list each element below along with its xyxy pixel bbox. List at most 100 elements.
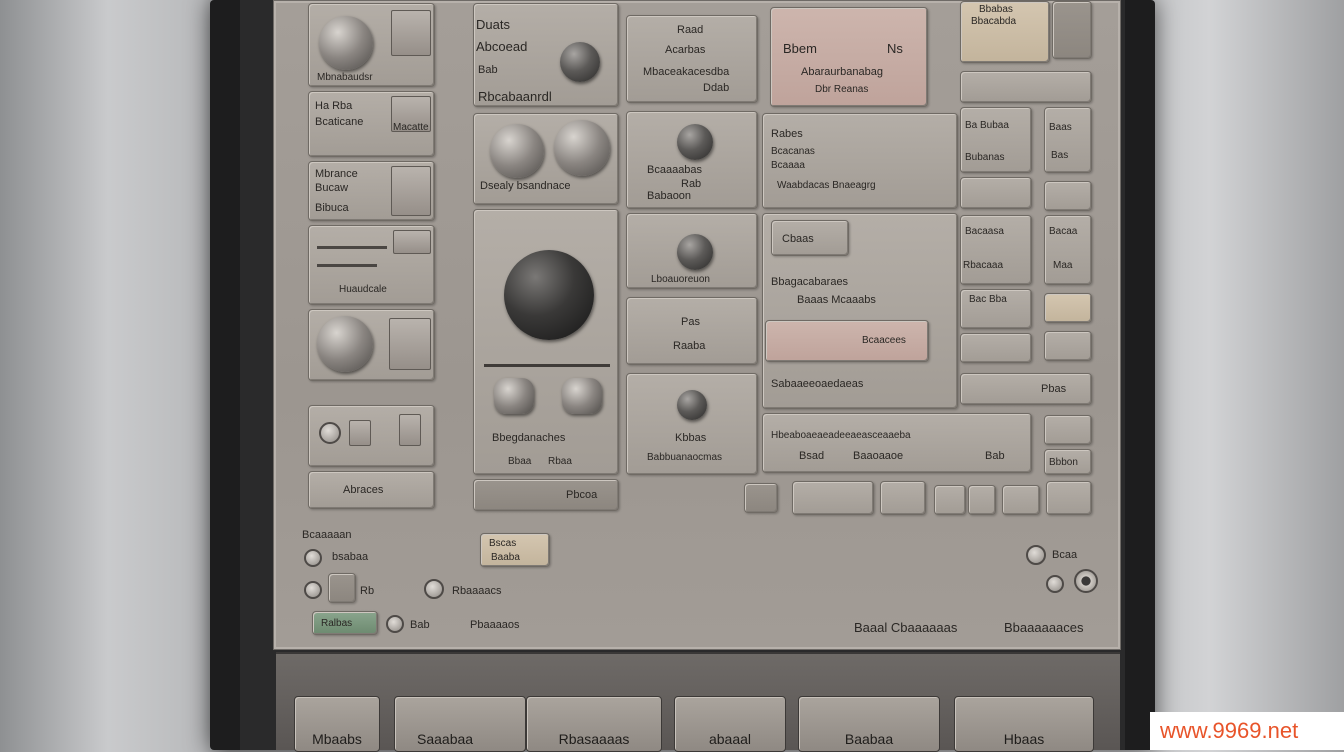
function-key-2[interactable]: Saaabaa <box>394 696 526 752</box>
col4-pink-tile[interactable]: Bbem Ns Abaraurbanabag Dbr Reanas <box>770 7 928 107</box>
col2-joystick-tile[interactable]: Bbegdanaches Bbaa Rbaa <box>473 209 619 475</box>
right-narrow5-label: Bbbon <box>1049 457 1078 468</box>
col2-knob-1[interactable] <box>560 42 600 82</box>
bottom-left-caption: Bcaaaaan <box>302 529 352 541</box>
bottom-center-tag[interactable]: Bscas Baaba <box>480 533 550 567</box>
mid-key-2[interactable] <box>880 481 926 515</box>
bottom-radio-1[interactable] <box>304 549 322 567</box>
right-tile-2[interactable]: Ba Bubaa Bubanas <box>960 107 1032 173</box>
function-key-1[interactable]: Mbaabs <box>294 696 380 752</box>
col2-tile-2[interactable]: Dsealy bsandnace <box>473 113 619 205</box>
col4-pink-line3: Abaraurbanabag <box>801 66 883 78</box>
left-knob-2[interactable] <box>317 316 373 372</box>
bottom-green-badge[interactable]: Ralbas <box>312 611 378 635</box>
left-square-6[interactable] <box>349 420 371 446</box>
function-key-4[interactable]: abaaal <box>674 696 786 752</box>
col2-joystick-sub2: Rbaa <box>548 456 572 467</box>
bottom-right-radio-3[interactable] <box>1074 569 1098 593</box>
col2-knob-2[interactable] <box>490 124 544 178</box>
bottom-radio-2[interactable] <box>304 581 322 599</box>
col3-tile-4[interactable]: Pas Raaba <box>626 297 758 365</box>
left-square-5[interactable] <box>389 318 431 370</box>
left-square-7[interactable] <box>399 414 421 446</box>
right-tile-4[interactable]: Bac Bba <box>960 289 1032 329</box>
left-knob-1[interactable] <box>319 16 373 70</box>
col3-knob-2[interactable] <box>677 234 713 270</box>
mid-key-6[interactable] <box>1046 481 1092 515</box>
col3-small-key[interactable] <box>744 483 778 513</box>
col3-tile-5[interactable]: Kbbas Babbuanaocmas <box>626 373 758 475</box>
right-wide-bar[interactable]: Pbas <box>960 373 1092 405</box>
left-tile-7-label: Abraces <box>343 484 384 496</box>
bottom-right-radio-2[interactable] <box>1046 575 1064 593</box>
bottom-square-1[interactable] <box>328 573 356 603</box>
function-key-3[interactable]: Rbasaaaas <box>526 696 662 752</box>
right-slot-1[interactable] <box>1052 1 1092 59</box>
mid-key-5[interactable] <box>1002 485 1040 515</box>
col4-pink-bar[interactable]: Bcaacees <box>765 320 929 362</box>
right-narrow-4[interactable] <box>1044 331 1092 361</box>
right-narrow-6[interactable]: Bbbon <box>1044 449 1092 475</box>
bottom-radio-2-mid: Rb <box>360 585 375 597</box>
left-line <box>317 246 387 249</box>
col4-tile-2[interactable]: Rabes Bcacanas Bcaaaa Waabdacas Bnaeagrg <box>762 113 958 209</box>
bottom-radio-1-label: bsabaa <box>332 551 369 563</box>
function-key-1-label: Mbaabs <box>312 731 362 747</box>
bottom-right-radio-1[interactable] <box>1026 545 1046 565</box>
right-tile-3[interactable]: Bacaasa Rbacaaa <box>960 215 1032 285</box>
joystick-knob[interactable] <box>504 250 594 340</box>
right-narrow1-label: Baas <box>1049 122 1072 133</box>
left-tile-1[interactable]: Mbnabaudsr <box>308 3 435 87</box>
left-square-3[interactable] <box>391 166 431 216</box>
col3-knob-1[interactable] <box>677 124 713 160</box>
function-key-6[interactable]: Hbaas <box>954 696 1094 752</box>
right-narrow3-label: Bacaa <box>1049 226 1078 237</box>
left-tile-2[interactable]: Ha Rba Bcaticane Macatte <box>308 91 435 157</box>
col3-tile-1-label2: Acarbas <box>665 44 706 56</box>
left-radio[interactable] <box>319 422 341 444</box>
col2-pad-left[interactable] <box>494 378 534 414</box>
col3-tile-1[interactable]: Raad Acarbas Mbaceakacesdba Ddab <box>626 15 758 103</box>
right-narrow-3[interactable]: Bacaa Maa <box>1044 215 1092 285</box>
col3-tile-2[interactable]: Bcaaaabas Rab Babaoon <box>626 111 758 209</box>
function-key-3-label: Rbasaaaas <box>558 731 630 747</box>
bottom-radio-3[interactable] <box>424 579 444 599</box>
left-tile-3[interactable]: Mbrance Bucaw Bibuca <box>308 161 435 221</box>
right-cream-small[interactable] <box>1044 293 1092 323</box>
left-square-4[interactable] <box>393 230 431 254</box>
col4-tile-5[interactable]: Hbeaboaeaeadeeaeasceaaeba Bsad Baaoaaoe … <box>762 413 1032 473</box>
mid-key-3[interactable] <box>934 485 966 515</box>
control-panel: Mbnabaudsr Ha Rba Bcaticane Macatte Mbra… <box>273 0 1121 650</box>
function-key-6-label: Hbaas <box>1003 731 1045 747</box>
col2-bar-label: Pbcoa <box>566 489 598 501</box>
col4-tile-3[interactable]: Cbaas Bbagacabaraes Baaas Mcaaabs Bcaace… <box>762 213 958 409</box>
mid-key-1[interactable] <box>792 481 874 515</box>
right-bar-2[interactable] <box>960 177 1032 209</box>
left-tile-5[interactable] <box>308 309 435 381</box>
col2-pad-right[interactable] <box>562 378 602 414</box>
right-narrow-2[interactable] <box>1044 181 1092 211</box>
left-tile-4[interactable]: Huaudcale <box>308 225 435 305</box>
right-cream-tile[interactable]: Bbabas Bbacabda <box>960 1 1050 63</box>
col2-header-line1: Duats <box>476 17 510 32</box>
bottom-radio-4[interactable] <box>386 615 404 633</box>
col2-bar[interactable]: Pbcoa <box>473 479 619 511</box>
col4-tile-2-label4: Waabdacas Bnaeagrg <box>777 180 876 191</box>
left-tile-7[interactable]: Abraces <box>308 471 435 509</box>
right-bar-1[interactable] <box>960 71 1092 103</box>
col4-tag[interactable]: Cbaas <box>771 220 849 256</box>
col3-knob-3[interactable] <box>677 390 707 420</box>
col2-knob-3[interactable] <box>554 120 610 176</box>
left-tile-6[interactable] <box>308 405 435 467</box>
right-bar-3[interactable] <box>960 333 1032 363</box>
function-key-4-label: abaaal <box>708 731 752 747</box>
col2-header-line2: Abcoead <box>476 39 528 54</box>
right-narrow-5[interactable] <box>1044 415 1092 445</box>
right-narrow-1[interactable]: Baas Bas <box>1044 107 1092 173</box>
left-square-1[interactable] <box>391 10 431 56</box>
col3-tile-3[interactable]: Lboauoreuon <box>626 213 758 289</box>
mid-key-4[interactable] <box>968 485 996 515</box>
left-tile-4-label: Huaudcale <box>339 284 387 295</box>
function-key-5[interactable]: Baabaa <box>798 696 940 752</box>
col3-tile-1-label3: Mbaceakacesdba <box>643 66 730 78</box>
